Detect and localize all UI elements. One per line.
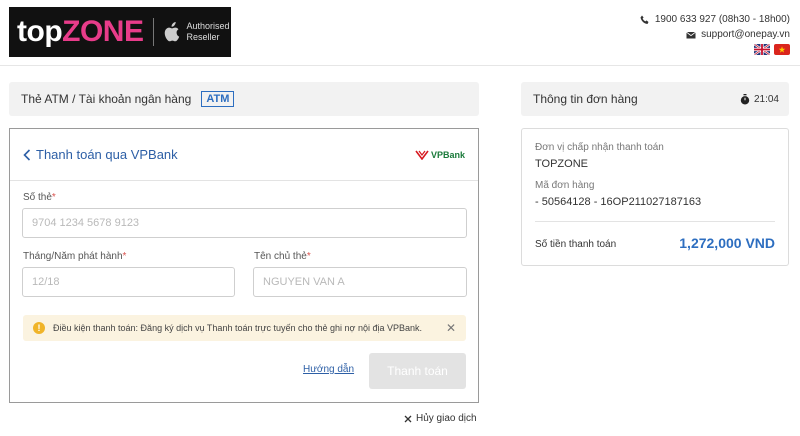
pay-button[interactable]: Thanh toán — [369, 353, 466, 389]
cancel-label: Hủy giao dịch — [416, 413, 477, 424]
warning-icon: ! — [33, 322, 45, 334]
close-icon — [404, 415, 412, 422]
payment-method-header: Thẻ ATM / Tài khoản ngân hàng ATM — [9, 82, 479, 116]
authorised-reseller-text: Authorised Reseller — [186, 21, 230, 42]
vpbank-logo: VPBank — [415, 150, 465, 160]
phone-number: 1900 633 927 (08h30 - 18h00) — [654, 14, 790, 25]
card-holder-label: Tên chủ thẻ* — [254, 251, 311, 262]
uk-flag-icon[interactable] — [754, 44, 770, 55]
order-details-panel: Đơn vị chấp nhận thanh toán TOPZONE Mã đ… — [521, 128, 789, 266]
logo-divider — [153, 18, 155, 46]
order-info-header: Thông tin đơn hàng 21:04 — [521, 82, 789, 116]
notice-text: Điều kiện thanh toán: Đăng ký dịch vụ Th… — [53, 323, 422, 333]
atm-badge: ATM — [201, 91, 235, 107]
merchant-value: TOPZONE — [535, 158, 588, 170]
page-header: topZONE Authorised Reseller 1900 633 927… — [0, 0, 800, 66]
back-button[interactable]: Thanh toán qua VPBank — [23, 147, 178, 162]
chevron-left-icon — [23, 148, 31, 161]
back-label: Thanh toán qua VPBank — [36, 147, 178, 162]
topzone-logo[interactable]: topZONE Authorised Reseller — [9, 7, 231, 57]
merchant-label: Đơn vị chấp nhận thanh toán — [535, 142, 664, 153]
order-id-value: - 50564128 - 16OP211027187163 — [535, 196, 702, 208]
cancel-transaction-button[interactable]: Hủy giao dịch — [404, 413, 477, 424]
phone-row: 1900 633 927 (08h30 - 18h00) — [640, 12, 790, 27]
card-holder-input[interactable] — [253, 267, 467, 297]
issue-date-label: Tháng/Năm phát hành* — [23, 251, 127, 262]
card-form-panel: Thanh toán qua VPBank VPBank Số thẻ* Thá… — [9, 128, 479, 403]
language-switcher — [640, 44, 790, 55]
order-info-title: Thông tin đơn hàng — [533, 92, 638, 106]
order-divider — [535, 221, 775, 222]
stopwatch-icon — [740, 93, 750, 104]
contact-info: 1900 633 927 (08h30 - 18h00) support@one… — [640, 12, 790, 55]
card-number-input[interactable] — [22, 208, 467, 238]
support-email[interactable]: support@onepay.vn — [701, 27, 790, 42]
timer-value: 21:04 — [753, 93, 779, 105]
vpbank-mark-icon — [415, 150, 429, 160]
logo-wordmark: topZONE — [17, 15, 144, 48]
issue-date-input[interactable] — [22, 267, 235, 297]
amount-label: Số tiền thanh toán — [535, 239, 617, 250]
payment-condition-notice: ! Điều kiện thanh toán: Đăng ký dịch vụ … — [23, 315, 466, 341]
close-icon[interactable]: ✕ — [446, 321, 456, 335]
apple-icon — [165, 22, 180, 42]
email-row: support@onepay.vn — [640, 27, 790, 42]
countdown-timer: 21:04 — [740, 93, 779, 105]
amount-value: 1,272,000 VND — [679, 235, 775, 251]
card-number-label: Số thẻ* — [23, 192, 56, 203]
card-form-header: Thanh toán qua VPBank VPBank — [10, 129, 478, 181]
guide-link[interactable]: Hướng dẫn — [303, 364, 354, 375]
envelope-icon — [686, 31, 696, 38]
phone-icon — [640, 15, 649, 24]
vietnam-flag-icon[interactable] — [774, 44, 790, 55]
order-id-label: Mã đơn hàng — [535, 180, 595, 191]
payment-method-label: Thẻ ATM / Tài khoản ngân hàng — [21, 92, 192, 106]
